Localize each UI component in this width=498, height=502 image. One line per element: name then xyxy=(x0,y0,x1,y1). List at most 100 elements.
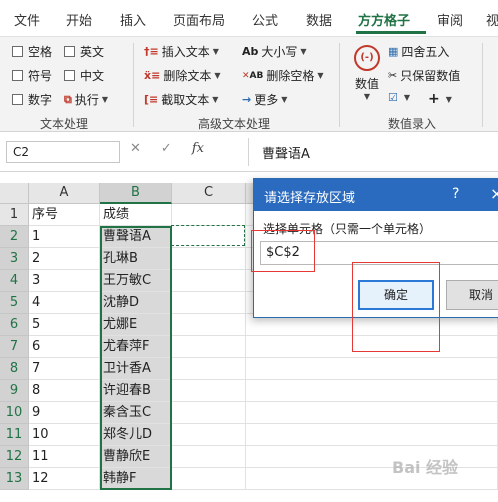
delete-text-button[interactable]: ẍ≡ 删除文本 ▼ xyxy=(144,67,220,84)
select-all-corner[interactable] xyxy=(0,183,29,204)
cell-c[interactable] xyxy=(172,292,246,314)
row-header[interactable]: 7 xyxy=(0,336,29,358)
cell-a[interactable]: 3 xyxy=(29,270,100,292)
insert-text-button[interactable]: †≡ 插入文本 ▼ xyxy=(144,43,219,60)
cell-a[interactable]: 9 xyxy=(29,402,100,424)
cell-c[interactable] xyxy=(172,204,246,226)
add-button[interactable]: + ▼ xyxy=(428,91,452,107)
cell-c[interactable] xyxy=(172,248,246,270)
cell-b[interactable]: 尤春萍F xyxy=(100,336,172,358)
cell-b[interactable]: 许迎春B xyxy=(100,380,172,402)
checkbox-space[interactable]: 空格 xyxy=(12,43,52,60)
row-header[interactable]: 9 xyxy=(0,380,29,402)
row-header[interactable]: 6 xyxy=(0,314,29,336)
cell-a[interactable]: 12 xyxy=(29,468,100,490)
tab-ffcell[interactable]: 方方格子 xyxy=(358,10,410,29)
cell-a[interactable]: 序号 xyxy=(29,204,100,226)
cell-a[interactable]: 7 xyxy=(29,358,100,380)
execute-button[interactable]: ⧉ 执行 ▼ xyxy=(64,91,108,108)
cell-b[interactable]: 郑冬儿D xyxy=(100,424,172,446)
cell-c[interactable] xyxy=(172,424,246,446)
row-header[interactable]: 2 xyxy=(0,226,29,248)
tab-review[interactable]: 审阅 xyxy=(437,10,463,29)
column-header-c[interactable]: C xyxy=(172,183,246,204)
cell-a[interactable]: 10 xyxy=(29,424,100,446)
cell-a[interactable]: 11 xyxy=(29,446,100,468)
row-header[interactable]: 1 xyxy=(0,204,29,226)
cell-b[interactable]: 王万敏C xyxy=(100,270,172,292)
name-box[interactable]: C2 xyxy=(6,141,120,163)
cell-d[interactable] xyxy=(246,358,498,380)
checkbox-box[interactable] xyxy=(12,70,23,81)
cell-d[interactable] xyxy=(246,446,498,468)
column-header-b[interactable]: B xyxy=(100,183,172,204)
delete-spaces-button[interactable]: ✕AB 删除空格 ▼ xyxy=(242,67,324,84)
cell-d[interactable] xyxy=(246,468,498,490)
tab-view[interactable]: 视 xyxy=(486,10,498,29)
checkbox-chinese[interactable]: 中文 xyxy=(64,67,104,84)
cell-b[interactable]: 韩静F xyxy=(100,468,172,490)
cell-a[interactable]: 5 xyxy=(29,314,100,336)
cell-b[interactable]: 成绩 xyxy=(100,204,172,226)
help-icon[interactable]: ? xyxy=(452,186,459,202)
cell-d[interactable] xyxy=(246,402,498,424)
cancel-icon[interactable]: ✕ xyxy=(130,141,141,156)
row-header[interactable]: 5 xyxy=(0,292,29,314)
round-button[interactable]: ▦ 四舍五入 xyxy=(388,43,449,60)
cell-d[interactable] xyxy=(246,380,498,402)
cell-b[interactable]: 曹聲语A xyxy=(100,226,172,248)
row-header[interactable]: 4 xyxy=(0,270,29,292)
column-header-a[interactable]: A xyxy=(29,183,100,204)
row-header[interactable]: 8 xyxy=(0,358,29,380)
row-header[interactable]: 12 xyxy=(0,446,29,468)
cell-c[interactable] xyxy=(172,336,246,358)
enter-icon[interactable]: ✓ xyxy=(161,141,172,156)
cell-a[interactable]: 6 xyxy=(29,336,100,358)
checkbox-symbol[interactable]: 符号 xyxy=(12,67,52,84)
cell-b[interactable]: 卫计香A xyxy=(100,358,172,380)
ok-button[interactable]: 确定 xyxy=(358,280,434,310)
cell-b[interactable]: 沈静D xyxy=(100,292,172,314)
cell-reference-input[interactable]: $C$2 xyxy=(260,241,498,265)
more-button[interactable]: → 更多 ▼ xyxy=(242,91,287,108)
cell-c[interactable] xyxy=(172,446,246,468)
cell-d[interactable] xyxy=(246,336,498,358)
cell-c[interactable] xyxy=(172,270,246,292)
row-header[interactable]: 3 xyxy=(0,248,29,270)
cell-a[interactable]: 4 xyxy=(29,292,100,314)
checkbox-english[interactable]: 英文 xyxy=(64,43,104,60)
case-button[interactable]: Ab 大小写 ▼ xyxy=(242,43,307,60)
cell-c[interactable] xyxy=(172,402,246,424)
cell-a[interactable]: 8 xyxy=(29,380,100,402)
tab-insert[interactable]: 插入 xyxy=(120,10,146,29)
cell-d[interactable] xyxy=(246,424,498,446)
row-header[interactable]: 13 xyxy=(0,468,29,490)
tab-page-layout[interactable]: 页面布局 xyxy=(173,10,225,29)
cell-a[interactable]: 1 xyxy=(29,226,100,248)
checkbox-number[interactable]: 数字 xyxy=(12,91,52,108)
cell-b[interactable]: 尤娜E xyxy=(100,314,172,336)
tab-formulas[interactable]: 公式 xyxy=(252,10,278,29)
tab-file[interactable]: 文件 xyxy=(14,10,40,29)
formula-input[interactable]: 曹聲语A xyxy=(262,143,310,162)
numeric-button[interactable]: (-) 数值 ▼ xyxy=(350,41,384,111)
cell-c[interactable] xyxy=(172,380,246,402)
cell-c[interactable] xyxy=(172,358,246,380)
cell-b[interactable]: 曹静欣E xyxy=(100,446,172,468)
tab-home[interactable]: 开始 xyxy=(66,10,92,29)
cell-c[interactable] xyxy=(172,314,246,336)
extract-text-button[interactable]: [≡ 截取文本 ▼ xyxy=(144,91,218,108)
checkbox-box[interactable] xyxy=(12,46,23,57)
cell-b[interactable]: 孔琳B xyxy=(100,248,172,270)
close-icon[interactable]: × xyxy=(490,184,498,203)
edit-button[interactable]: ☑ ▼ xyxy=(388,91,410,104)
cell-c[interactable] xyxy=(172,468,246,490)
cell-a[interactable]: 2 xyxy=(29,248,100,270)
dialog-title-bar[interactable]: 请选择存放区域 ? × xyxy=(254,179,498,211)
checkbox-box[interactable] xyxy=(64,70,75,81)
cancel-button[interactable]: 取消 xyxy=(446,280,498,310)
tab-data[interactable]: 数据 xyxy=(306,10,332,29)
checkbox-box[interactable] xyxy=(64,46,75,57)
keep-value-button[interactable]: ✂ 只保留数值 xyxy=(388,67,460,84)
cell-b[interactable]: 秦含玉C xyxy=(100,402,172,424)
